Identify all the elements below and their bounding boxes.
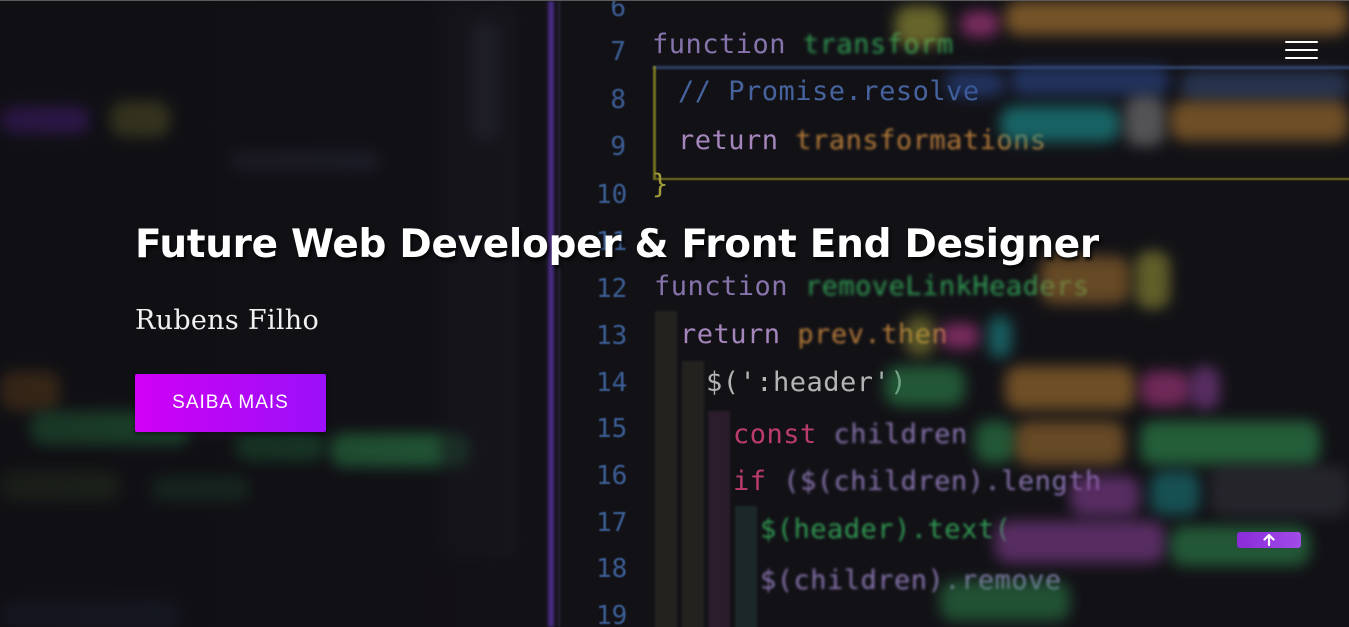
hamburger-bar: [1285, 41, 1318, 43]
hero-subtitle: Rubens Filho: [135, 305, 320, 336]
arrow-up-icon: [1263, 534, 1275, 546]
hamburger-bar: [1285, 57, 1318, 59]
scroll-to-top-button[interactable]: [1237, 532, 1301, 548]
saiba-mais-button[interactable]: SAIBA MAIS: [135, 374, 326, 432]
hero-section: 6 7 8 9 10 11 12 13 14 15 16 17 18 19 fu…: [0, 0, 1349, 627]
hero-title: Future Web Developer & Front End Designe…: [135, 222, 1099, 267]
hamburger-bar: [1285, 49, 1318, 51]
hamburger-menu-icon[interactable]: [1285, 41, 1318, 61]
